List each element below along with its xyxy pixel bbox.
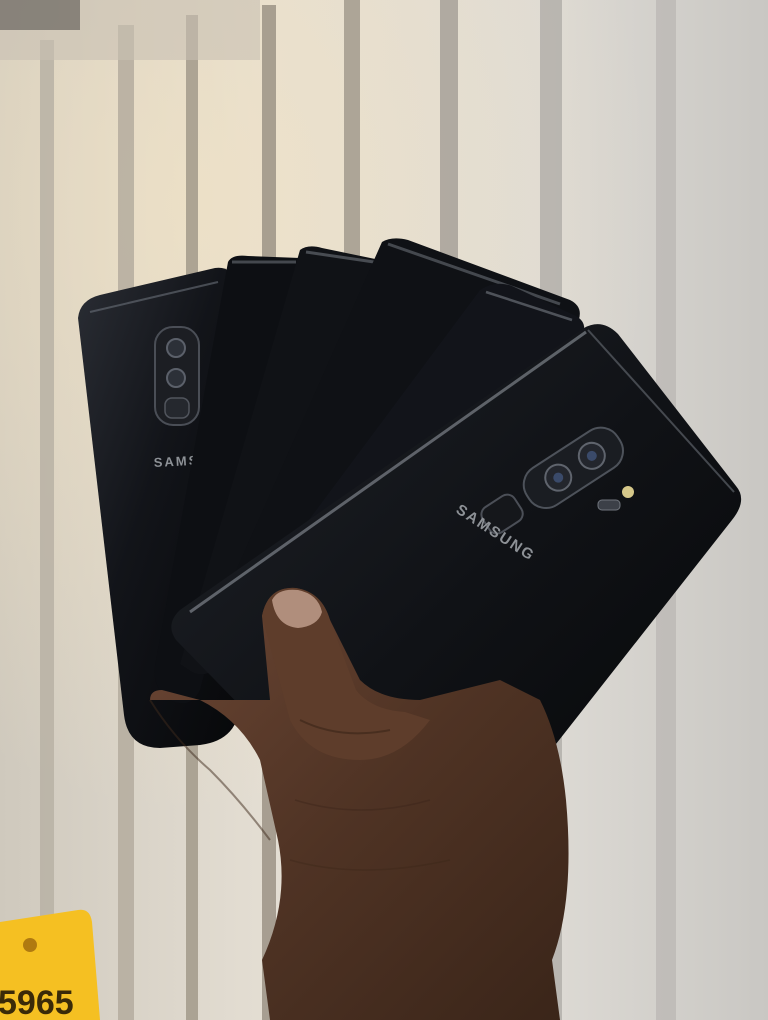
sensor-icon (597, 499, 621, 511)
price-tag-number: 5965 (0, 984, 74, 1020)
photo-illustration: SAMSUNG SAMSUNG (0, 0, 768, 1020)
flash-icon (622, 486, 634, 498)
price-tag: 5965 (0, 909, 100, 1020)
photo-scene: SAMSUNG SAMSUNG (0, 0, 768, 1020)
